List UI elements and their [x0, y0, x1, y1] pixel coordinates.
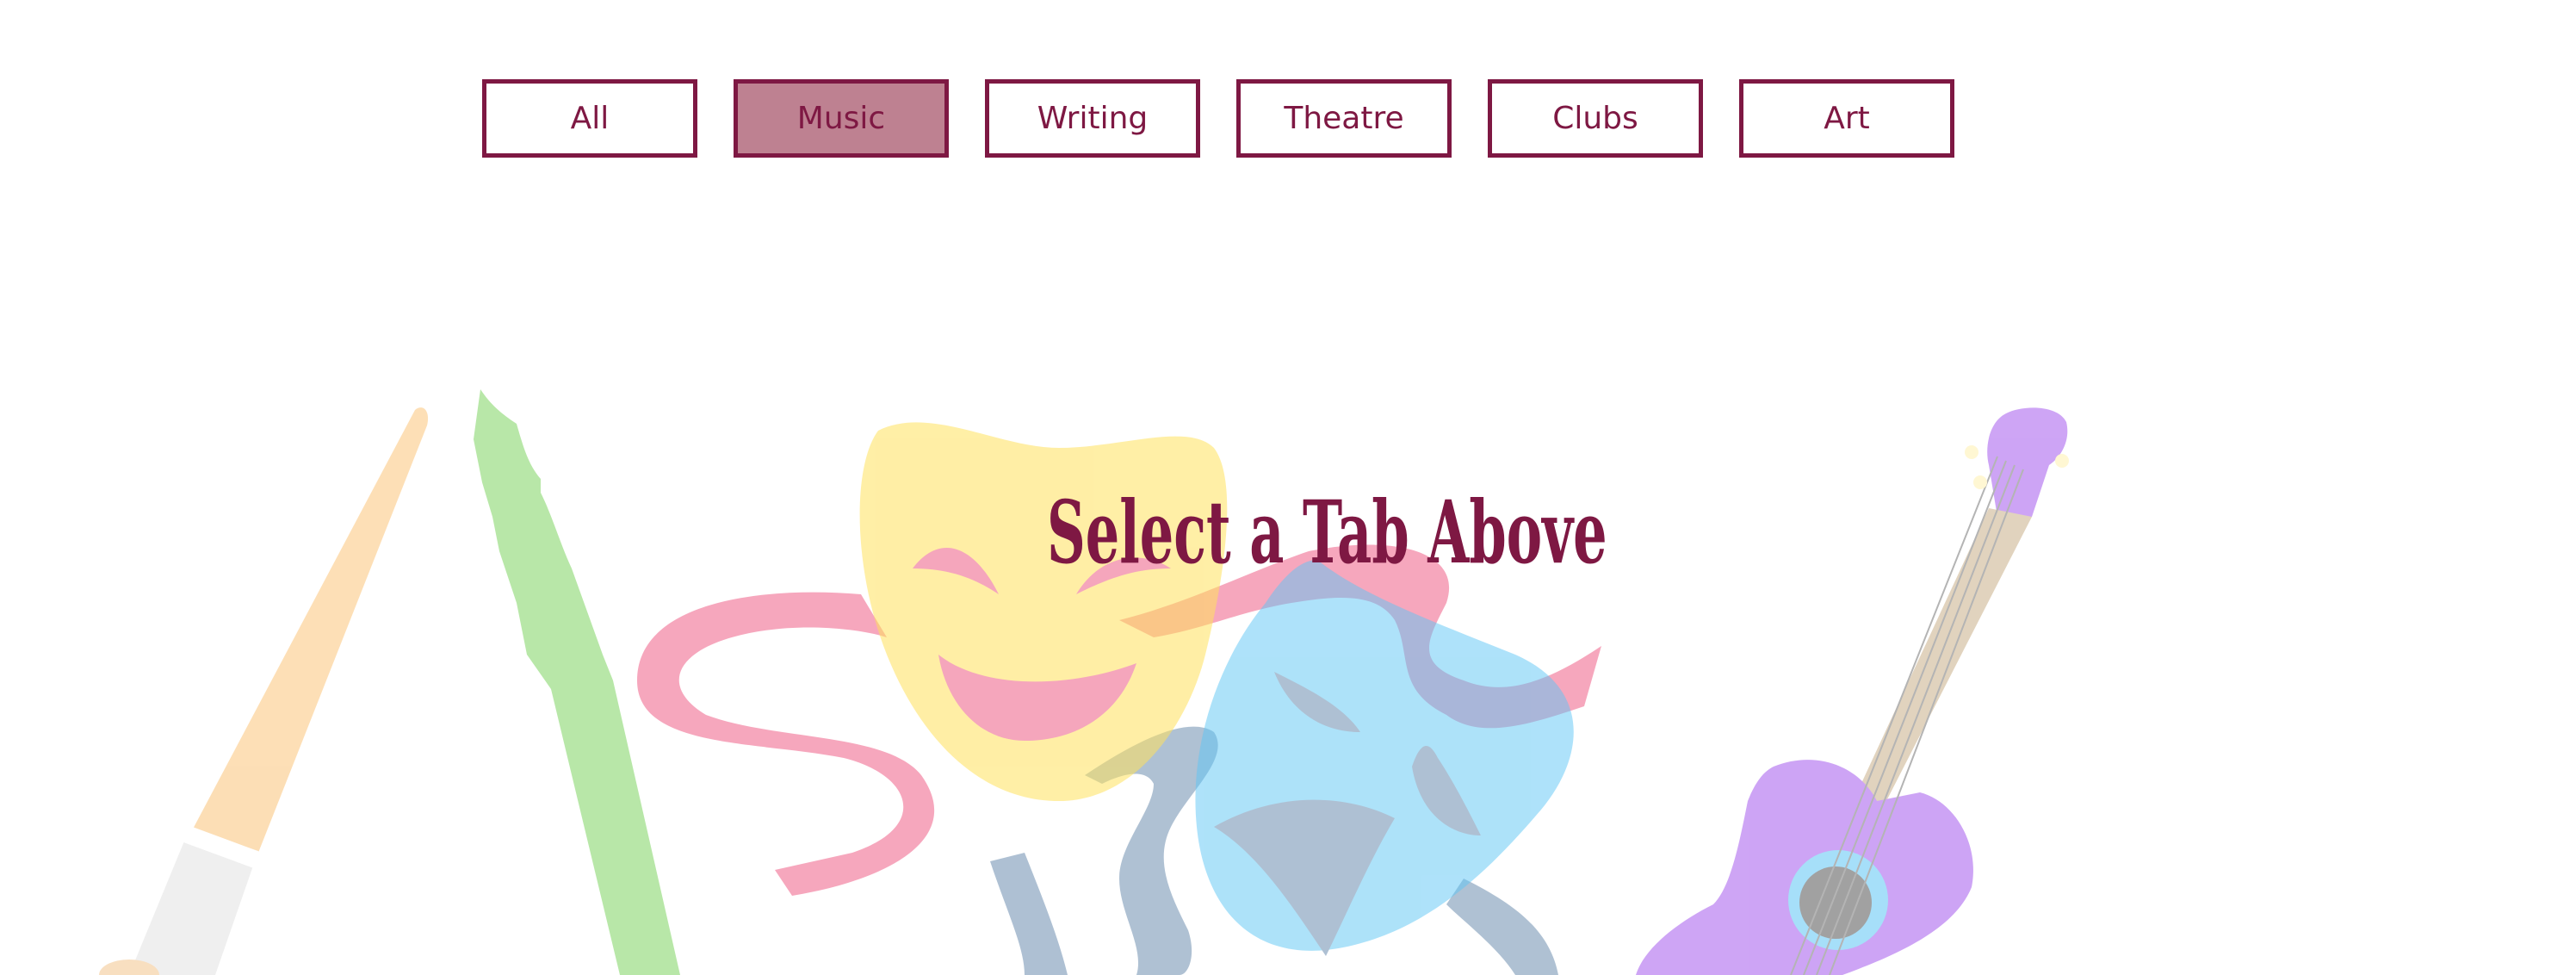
page: All Music Writing Theatre Clubs Art Sele…	[0, 0, 2576, 975]
tab-music[interactable]: Music	[734, 79, 949, 158]
tab-bar: All Music Writing Theatre Clubs Art	[0, 0, 2576, 172]
page-heading: Select a Tab Above	[1047, 481, 1607, 583]
tab-clubs[interactable]: Clubs	[1488, 79, 1703, 158]
tab-label: Writing	[1037, 101, 1149, 136]
tab-label: Music	[796, 101, 886, 136]
tab-all[interactable]: All	[482, 79, 697, 158]
tab-writing[interactable]: Writing	[985, 79, 1200, 158]
tab-label: Art	[1824, 101, 1870, 136]
theatre-masks-icon	[1195, 560, 1574, 956]
tab-label: All	[570, 101, 610, 136]
tab-label: Clubs	[1552, 101, 1638, 136]
paintbrush-icon	[99, 407, 429, 975]
tab-art[interactable]: Art	[1739, 79, 1954, 158]
tab-label: Theatre	[1284, 101, 1404, 136]
guitar-icon	[1636, 407, 2069, 975]
tab-theatre[interactable]: Theatre	[1236, 79, 1452, 158]
